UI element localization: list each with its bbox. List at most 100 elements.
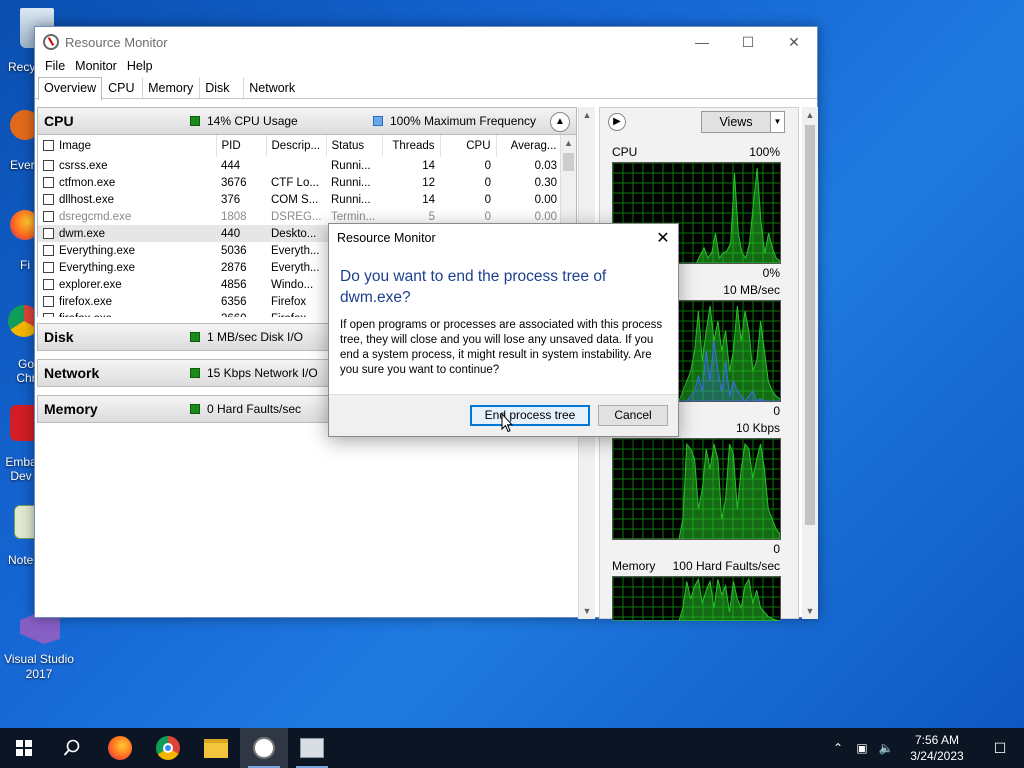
disk-graph-min: 0 xyxy=(773,404,780,418)
window-title: Resource Monitor xyxy=(65,34,168,50)
table-row[interactable]: csrss.exe 444 Runni... 14 0 0.03 xyxy=(38,157,562,174)
process-pid: 3676 xyxy=(221,176,247,189)
menu-help[interactable]: Help xyxy=(122,57,158,77)
taskbar-resource-monitor[interactable] xyxy=(240,728,288,768)
scroll-thumb[interactable] xyxy=(563,153,574,171)
column-status[interactable]: Status xyxy=(326,135,383,157)
process-image: firefox.exe xyxy=(38,293,216,310)
memory-graph xyxy=(612,576,781,621)
table-row[interactable]: dllhost.exe 376 COM S... Runni... 14 0 0.00 xyxy=(38,191,562,208)
process-average-cpu: 0.30 xyxy=(534,176,557,189)
scroll-up-icon[interactable]: ▲ xyxy=(802,107,818,123)
row-checkbox[interactable] xyxy=(43,244,54,256)
network-activity-trace xyxy=(613,442,780,539)
process-description: CTF Lo... xyxy=(271,176,319,189)
tab-overview[interactable]: Overview xyxy=(38,77,103,100)
row-checkbox[interactable] xyxy=(43,261,54,273)
chevron-up-icon[interactable]: ⌃ xyxy=(826,741,850,755)
start-button[interactable] xyxy=(0,728,48,768)
toggle-panel-arrow-icon[interactable]: ▶ xyxy=(608,113,626,131)
column-threads[interactable]: Threads xyxy=(382,135,441,157)
row-checkbox[interactable] xyxy=(43,193,54,205)
tab-memory[interactable]: Memory xyxy=(142,77,199,98)
row-checkbox[interactable] xyxy=(43,159,54,171)
windows-logo-icon xyxy=(16,740,32,756)
menu-file[interactable]: File xyxy=(40,57,70,77)
scroll-up-icon[interactable]: ▲ xyxy=(561,135,576,151)
network-section-title: Network xyxy=(44,365,100,381)
column-description[interactable]: Descrip... xyxy=(266,135,327,157)
memory-activity-trace xyxy=(613,577,780,621)
row-checkbox[interactable] xyxy=(43,278,54,290)
views-button[interactable]: Views ▼ xyxy=(701,111,785,133)
process-description: COM S... xyxy=(271,193,319,206)
process-pid: 6356 xyxy=(221,295,247,308)
process-image: explorer.exe xyxy=(38,276,216,293)
tab-disk[interactable]: Disk xyxy=(199,77,243,98)
tab-cpu[interactable]: CPU xyxy=(102,77,142,98)
process-threads: 12 xyxy=(422,176,435,189)
cpu-usage-text: 14% CPU Usage xyxy=(207,114,298,128)
network-icon[interactable]: ▣ xyxy=(850,741,874,755)
tab-bar: Overview CPU Memory Disk Network xyxy=(35,77,817,100)
scroll-thumb[interactable] xyxy=(805,125,815,525)
column-average-cpu[interactable]: Averag... xyxy=(496,135,563,157)
desktop-icon-label: Emba Dev xyxy=(5,455,37,483)
close-icon[interactable]: ✕ xyxy=(648,228,678,248)
menu-monitor[interactable]: Monitor xyxy=(70,57,122,77)
desktop-icon-label: Fi xyxy=(20,258,30,272)
select-all-checkbox[interactable] xyxy=(43,140,54,151)
process-average-cpu: 0.00 xyxy=(534,193,557,206)
table-header-row: Image PID Descrip... Status Threads CPU … xyxy=(38,135,563,157)
collapse-up-icon[interactable]: ▲ xyxy=(550,112,570,132)
process-cpu: 0 xyxy=(484,193,491,206)
process-description: Deskto... xyxy=(266,225,326,242)
scroll-up-icon[interactable]: ▲ xyxy=(579,107,595,123)
dialog-title-bar[interactable]: Resource Monitor ✕ xyxy=(329,224,678,252)
maximize-icon[interactable]: ☐ xyxy=(725,27,771,57)
end-process-tree-dialog: Resource Monitor ✕ Do you want to end th… xyxy=(328,223,679,437)
process-cpu: 0 xyxy=(484,159,491,172)
clock[interactable]: 7:56 AM 3/24/2023 xyxy=(898,732,976,764)
chevron-down-icon[interactable]: ▼ xyxy=(770,112,784,132)
cancel-button[interactable]: Cancel xyxy=(598,405,668,426)
column-cpu[interactable]: CPU xyxy=(440,135,497,157)
monitor-app-icon xyxy=(300,738,324,758)
process-pid: 2660 xyxy=(216,310,266,318)
graph-panel-scrollbar[interactable]: ▲ ▼ xyxy=(802,107,818,619)
volume-muted-icon[interactable]: 🔈 xyxy=(874,741,898,755)
row-checkbox[interactable] xyxy=(43,312,54,317)
close-icon[interactable]: ✕ xyxy=(771,27,817,57)
row-checkbox[interactable] xyxy=(43,210,54,222)
process-average-cpu: 0.03 xyxy=(534,159,557,172)
tab-network[interactable]: Network xyxy=(243,77,301,98)
process-status: Runni... xyxy=(331,193,371,206)
network-graph-max: 10 Kbps xyxy=(735,421,780,435)
cpu-section-header[interactable]: CPU 14% CPU Usage 100% Maximum Frequency… xyxy=(37,107,577,135)
process-pid: 440 xyxy=(216,225,266,242)
row-checkbox[interactable] xyxy=(43,295,54,307)
menu-bar: File Monitor Help xyxy=(35,57,817,77)
scroll-down-icon[interactable]: ▼ xyxy=(802,603,818,619)
column-image[interactable]: Image xyxy=(38,135,217,157)
process-description: Firefox xyxy=(271,295,307,308)
process-image: firefox.exe xyxy=(38,310,216,317)
row-checkbox[interactable] xyxy=(43,227,54,239)
taskbar-file-explorer[interactable] xyxy=(192,728,240,768)
process-image: dllhost.exe xyxy=(38,191,216,208)
search-button[interactable] xyxy=(48,728,96,768)
end-process-tree-button[interactable]: End process tree xyxy=(470,405,590,426)
taskbar-app[interactable] xyxy=(288,728,336,768)
title-bar[interactable]: Resource Monitor — ☐ ✕ xyxy=(35,27,817,57)
minimize-icon[interactable]: — xyxy=(679,27,725,57)
scroll-down-icon[interactable]: ▼ xyxy=(579,603,595,619)
table-row[interactable]: ctfmon.exe 3676 CTF Lo... Runni... 12 0 0.30 xyxy=(38,174,562,191)
column-pid[interactable]: PID xyxy=(216,135,267,157)
notifications-icon[interactable]: ☐ xyxy=(976,740,1024,757)
taskbar-firefox[interactable] xyxy=(96,728,144,768)
row-checkbox[interactable] xyxy=(43,176,54,188)
clock-date: 3/24/2023 xyxy=(910,749,964,763)
process-pid: 1808 xyxy=(221,210,247,223)
process-description: Everyth... xyxy=(271,261,320,274)
taskbar-chrome[interactable] xyxy=(144,728,192,768)
